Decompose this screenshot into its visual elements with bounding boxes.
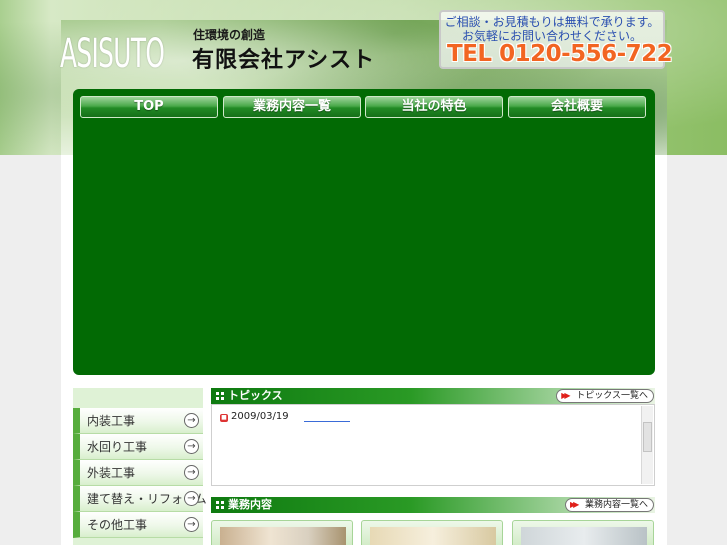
- scrollbar-thumb[interactable]: [643, 422, 652, 452]
- services-title: 業務内容: [228, 498, 272, 511]
- sidebar-item-label: その他工事: [87, 518, 148, 532]
- services-header: 業務内容 ▶▶ 業務内容一覧へ: [211, 497, 655, 513]
- sidebar-item-rebuild-reform[interactable]: 建て替え・リフォーム →: [73, 486, 207, 512]
- nav-item-features[interactable]: 当社の特色: [365, 96, 503, 118]
- sidebar-item-label: 外装工事: [87, 466, 136, 480]
- topic-link[interactable]: [304, 421, 350, 422]
- global-nav: TOP 業務内容一覧 当社の特色 会社概要: [80, 96, 646, 118]
- nav-item-services-list[interactable]: 業務内容一覧: [223, 96, 361, 118]
- nav-item-company[interactable]: 会社概要: [508, 96, 646, 118]
- sidebar-item-label: 内装工事: [87, 414, 136, 428]
- topics-scrollbar[interactable]: [641, 406, 653, 484]
- company-name: 有限会社アシスト: [192, 47, 376, 73]
- sidebar-item-interior[interactable]: 内装工事 →: [73, 408, 203, 434]
- service-card[interactable]: [211, 520, 353, 545]
- topics-list: ■ 2009/03/19: [211, 404, 655, 486]
- topic-date: 2009/03/19: [231, 411, 289, 422]
- list-item: ■ 2009/03/19: [220, 411, 289, 422]
- services-gallery: [211, 520, 655, 545]
- double-arrow-icon: ▶▶: [569, 500, 579, 509]
- topics-title: トピックス: [228, 389, 283, 402]
- arrow-right-circle-icon: →: [184, 491, 199, 506]
- double-arrow-icon: ▶▶: [561, 391, 570, 400]
- tagline: 住環境の創造: [193, 28, 266, 42]
- arrow-right-circle-icon: →: [184, 465, 199, 480]
- topics-more-label: トピックス一覧へ: [576, 391, 648, 401]
- arrow-right-circle-icon: →: [184, 439, 199, 454]
- services-more-label: 業務内容一覧へ: [584, 500, 648, 510]
- sidebar-item-exterior[interactable]: 外装工事 →: [73, 460, 203, 486]
- topics-more-button[interactable]: ▶▶ トピックス一覧へ: [556, 389, 654, 403]
- services-more-button[interactable]: ▶▶ 業務内容一覧へ: [564, 498, 654, 512]
- arrow-right-circle-icon: →: [184, 517, 199, 532]
- bullet-icon: ■: [220, 414, 228, 422]
- service-photo: [220, 527, 346, 545]
- service-card[interactable]: [512, 520, 654, 545]
- main-visual-area: [73, 89, 655, 375]
- site-logo[interactable]: ASISUTO: [60, 30, 165, 78]
- grid-icon: [216, 501, 224, 509]
- grid-icon: [216, 392, 224, 400]
- sidebar-item-label: 水回り工事: [87, 440, 148, 454]
- service-photo: [521, 527, 647, 545]
- nav-item-top[interactable]: TOP: [80, 96, 218, 118]
- phone-number[interactable]: TEL 0120-556-722: [447, 41, 673, 67]
- arrow-right-circle-icon: →: [184, 413, 199, 428]
- sidebar: 内装工事 → 水回り工事 → 外装工事 → 建て替え・リフォーム → その他工事…: [73, 388, 207, 545]
- service-photo: [370, 527, 496, 545]
- sidebar-item-other[interactable]: その他工事 →: [73, 512, 203, 538]
- topics-header: トピックス ▶▶ トピックス一覧へ: [211, 388, 655, 404]
- contact-box: ご相談・お見積もりは無料で承ります。 お気軽にお問い合わせください。 TEL 0…: [439, 10, 673, 69]
- sidebar-item-plumbing[interactable]: 水回り工事 →: [73, 434, 203, 460]
- service-card[interactable]: [361, 520, 503, 545]
